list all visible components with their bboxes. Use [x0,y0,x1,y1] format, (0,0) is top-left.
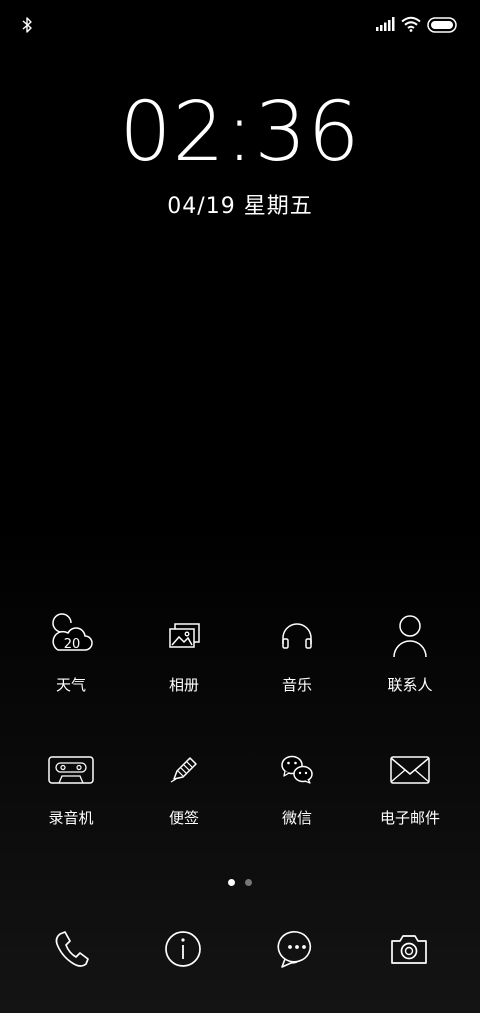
pencil-icon [170,757,197,783]
wifi-icon [401,16,421,32]
app-music[interactable]: 音乐 [242,612,352,695]
dock [0,924,480,974]
battery-icon [427,17,457,33]
page-dot[interactable] [245,879,252,886]
app-contacts[interactable]: 联系人 [355,612,465,695]
headphones-icon [282,623,312,649]
app-label: 微信 [281,809,312,827]
app-notes[interactable]: 便签 [129,745,239,828]
status-bar [0,0,480,50]
envelope-icon [390,756,430,784]
message-icon[interactable] [272,924,322,974]
app-label: 录音机 [48,809,94,827]
app-recorder[interactable]: 录音机 [16,745,126,828]
person-icon [393,615,427,658]
app-label: 相册 [168,676,199,694]
lockscreen-date: 04/19 星期五 [167,194,313,219]
signal-icon [376,17,395,31]
app-wechat[interactable]: 微信 [242,745,352,828]
page-dot-active[interactable] [228,879,235,886]
weather-icon: 20 [52,613,93,652]
wechat-icon [281,755,313,784]
page-indicator [0,871,480,886]
app-label: 联系人 [387,676,433,694]
phone-icon[interactable] [46,924,96,974]
info-icon[interactable] [158,924,208,974]
app-label: 天气 [55,676,86,694]
cassette-icon [48,756,94,784]
app-label: 音乐 [281,676,312,694]
camera-icon[interactable] [384,924,434,974]
svg-text:20: 20 [64,637,81,652]
gallery-icon [169,623,200,648]
bluetooth-icon [22,17,32,33]
app-weather[interactable]: 20 天气 [16,612,126,695]
lockscreen-time: 02:36 [119,85,361,180]
app-email[interactable]: 电子邮件 [355,745,465,828]
app-gallery[interactable]: 相册 [129,612,239,695]
app-label: 便签 [168,809,199,827]
app-label: 电子邮件 [379,809,440,827]
